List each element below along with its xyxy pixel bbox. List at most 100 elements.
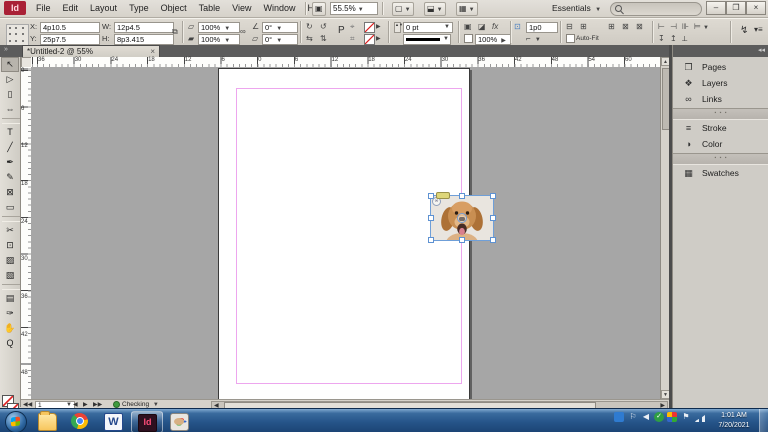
autofit-checkbox[interactable] [566, 34, 575, 43]
search-input[interactable] [610, 2, 702, 16]
screen-mode-button[interactable]: ⬓ ▼ [424, 2, 446, 16]
view-options-button[interactable]: ▢ ▼ [392, 2, 414, 16]
taskbar-clock[interactable]: 1:01 AM 7/20/2021 [712, 411, 756, 431]
corner-options-icon[interactable]: ⊡ [514, 22, 521, 32]
stroke-swatch-none[interactable] [364, 34, 375, 45]
tool-divider[interactable] [2, 284, 20, 290]
taskbar-paint-button[interactable] [164, 411, 194, 431]
quick-apply-icon[interactable]: ↯ [740, 25, 748, 36]
menu-item[interactable]: Object [155, 0, 193, 16]
selection-handle[interactable] [428, 215, 434, 221]
hand-tool[interactable]: ✋ [1, 321, 19, 336]
tray-app-icon[interactable] [614, 412, 624, 422]
dock-separator[interactable]: ▪ ▪ ▪ [673, 108, 768, 120]
taskbar-indesign-button[interactable]: Id [131, 411, 163, 432]
fit-center-icon[interactable]: ⊞ [608, 22, 615, 32]
constrain-dimensions-icon[interactable]: ⧉ [172, 27, 178, 37]
panel-menu-icon[interactable]: ▾≡ [754, 25, 763, 34]
tray-app-grid-icon[interactable] [667, 412, 677, 422]
drop-shadow-icon[interactable]: ◪ [478, 22, 486, 32]
rectangle-frame-tool[interactable]: ⊠ [1, 185, 19, 200]
flip-vertical-icon[interactable]: ⇅ [320, 34, 327, 44]
selection-handle[interactable] [490, 237, 496, 243]
wrap-none-icon[interactable]: ⊢ [658, 22, 665, 32]
type-tool[interactable]: T [1, 125, 19, 140]
pencil-tool[interactable]: ✎ [1, 170, 19, 185]
width-field[interactable]: 12p4.5 [114, 22, 174, 33]
taskbar-explorer-button[interactable] [32, 411, 62, 431]
flip-horizontal-icon[interactable]: ⇆ [306, 34, 313, 44]
align-left-icon[interactable]: ↧ [658, 34, 665, 44]
fill-swatch-none[interactable] [364, 22, 375, 33]
fit-content-icon[interactable]: ⊟ [566, 22, 573, 32]
restore-button[interactable]: ❐ [726, 1, 746, 15]
fill-proportional-icon[interactable]: ⊠ [636, 22, 643, 32]
panel-links[interactable]: ∞ Links [673, 91, 768, 107]
reference-point-proxy[interactable] [6, 24, 29, 47]
arrange-documents-button[interactable]: ▦ ▼ [456, 2, 478, 16]
pen-tool[interactable]: ✒ [1, 155, 19, 170]
tray-antivirus-icon[interactable]: ✓ [654, 412, 664, 422]
align-center-icon[interactable]: ↥ [670, 34, 677, 44]
tray-volume-icon[interactable]: ◀ [641, 412, 651, 422]
eyedropper-tool[interactable]: ✑ [1, 306, 19, 321]
tools-panel-collapse-icon[interactable]: » [4, 46, 8, 53]
tray-flag-icon[interactable]: ⚐ [628, 412, 638, 422]
select-container-icon[interactable]: ⌖ [350, 22, 355, 32]
page[interactable]: ∞ [218, 68, 496, 399]
selection-tool[interactable]: ↖ [1, 57, 19, 72]
gradient-feather-tool[interactable]: ▧ [1, 268, 19, 283]
fx-icon[interactable]: fx [492, 22, 498, 32]
align-right-icon[interactable]: ⟂ [682, 34, 687, 44]
corner-size-field[interactable]: 1p0 [526, 22, 558, 33]
scale-x-field[interactable]: 100% ▼ [198, 22, 240, 33]
rotation-field[interactable]: 0° ▼ [262, 22, 298, 33]
scissors-tool[interactable]: ✂ [1, 223, 19, 238]
tray-network-icon[interactable] [695, 415, 705, 422]
show-desktop-button[interactable] [759, 409, 768, 432]
stroke-style-select[interactable]: ▼ [403, 34, 451, 45]
selection-handle[interactable] [459, 237, 465, 243]
wrap-bounding-icon[interactable]: ⊣ [670, 22, 677, 32]
constrain-scale-icon[interactable]: ∞ [240, 27, 246, 37]
menu-item[interactable]: View [226, 0, 257, 16]
direct-selection-tool[interactable]: ▷ [1, 72, 19, 87]
panel-swatches[interactable]: ▦ Swatches [673, 165, 768, 181]
tool-divider[interactable] [2, 216, 20, 222]
tool-divider[interactable] [2, 118, 20, 124]
line-tool[interactable]: ╱ [1, 140, 19, 155]
menu-item[interactable]: Edit [57, 0, 85, 16]
page-tool[interactable]: ▯ [1, 87, 19, 102]
stroke-weight-field[interactable]: 0 pt ▼ [403, 22, 453, 33]
rotate-ccw-icon[interactable]: ↺ [320, 22, 327, 32]
tab-close-icon[interactable]: × [150, 46, 155, 57]
menu-item[interactable]: Layout [84, 0, 123, 16]
panel-layers[interactable]: ❖ Layers [673, 75, 768, 91]
dock-header[interactable]: ◂◂ [673, 45, 768, 57]
close-button[interactable]: × [746, 1, 766, 15]
fit-frame-icon[interactable]: ⊞ [580, 22, 587, 32]
free-transform-tool[interactable]: ⊡ [1, 238, 19, 253]
height-field[interactable]: 8p3.415 [114, 34, 174, 45]
bridge-icon[interactable]: ▣ [312, 2, 326, 16]
selection-handle[interactable] [459, 193, 465, 199]
fit-proportional-icon[interactable]: ⊠ [622, 22, 629, 32]
selection-handle[interactable] [490, 193, 496, 199]
dock-separator[interactable]: ▪ ▪ ▪ [673, 153, 768, 165]
panel-pages[interactable]: ❐ Pages [673, 59, 768, 75]
stroke-weight-stepper[interactable]: ▲▼ [394, 22, 403, 33]
menu-item[interactable]: File [30, 0, 57, 16]
select-content-icon[interactable]: ⌗ [350, 34, 355, 44]
wrap-object-icon[interactable]: ⊪ [682, 22, 689, 32]
taskbar-word-button[interactable]: W [98, 411, 128, 431]
pasteboard[interactable]: ∞ [31, 67, 660, 399]
corner-shape-select[interactable]: ⌐ ▼ [526, 34, 541, 45]
taskbar-chrome-button[interactable] [65, 411, 95, 431]
y-field[interactable]: 25p7.5 [40, 34, 100, 45]
zoom-level-combo[interactable]: 55.5% ▼ [330, 2, 378, 15]
selection-handle[interactable] [490, 215, 496, 221]
zoom-tool[interactable]: Q [1, 336, 19, 351]
content-grabber-icon[interactable] [457, 213, 467, 223]
menu-item[interactable]: Type [123, 0, 155, 16]
effects-icon[interactable]: ▣ [464, 22, 472, 32]
